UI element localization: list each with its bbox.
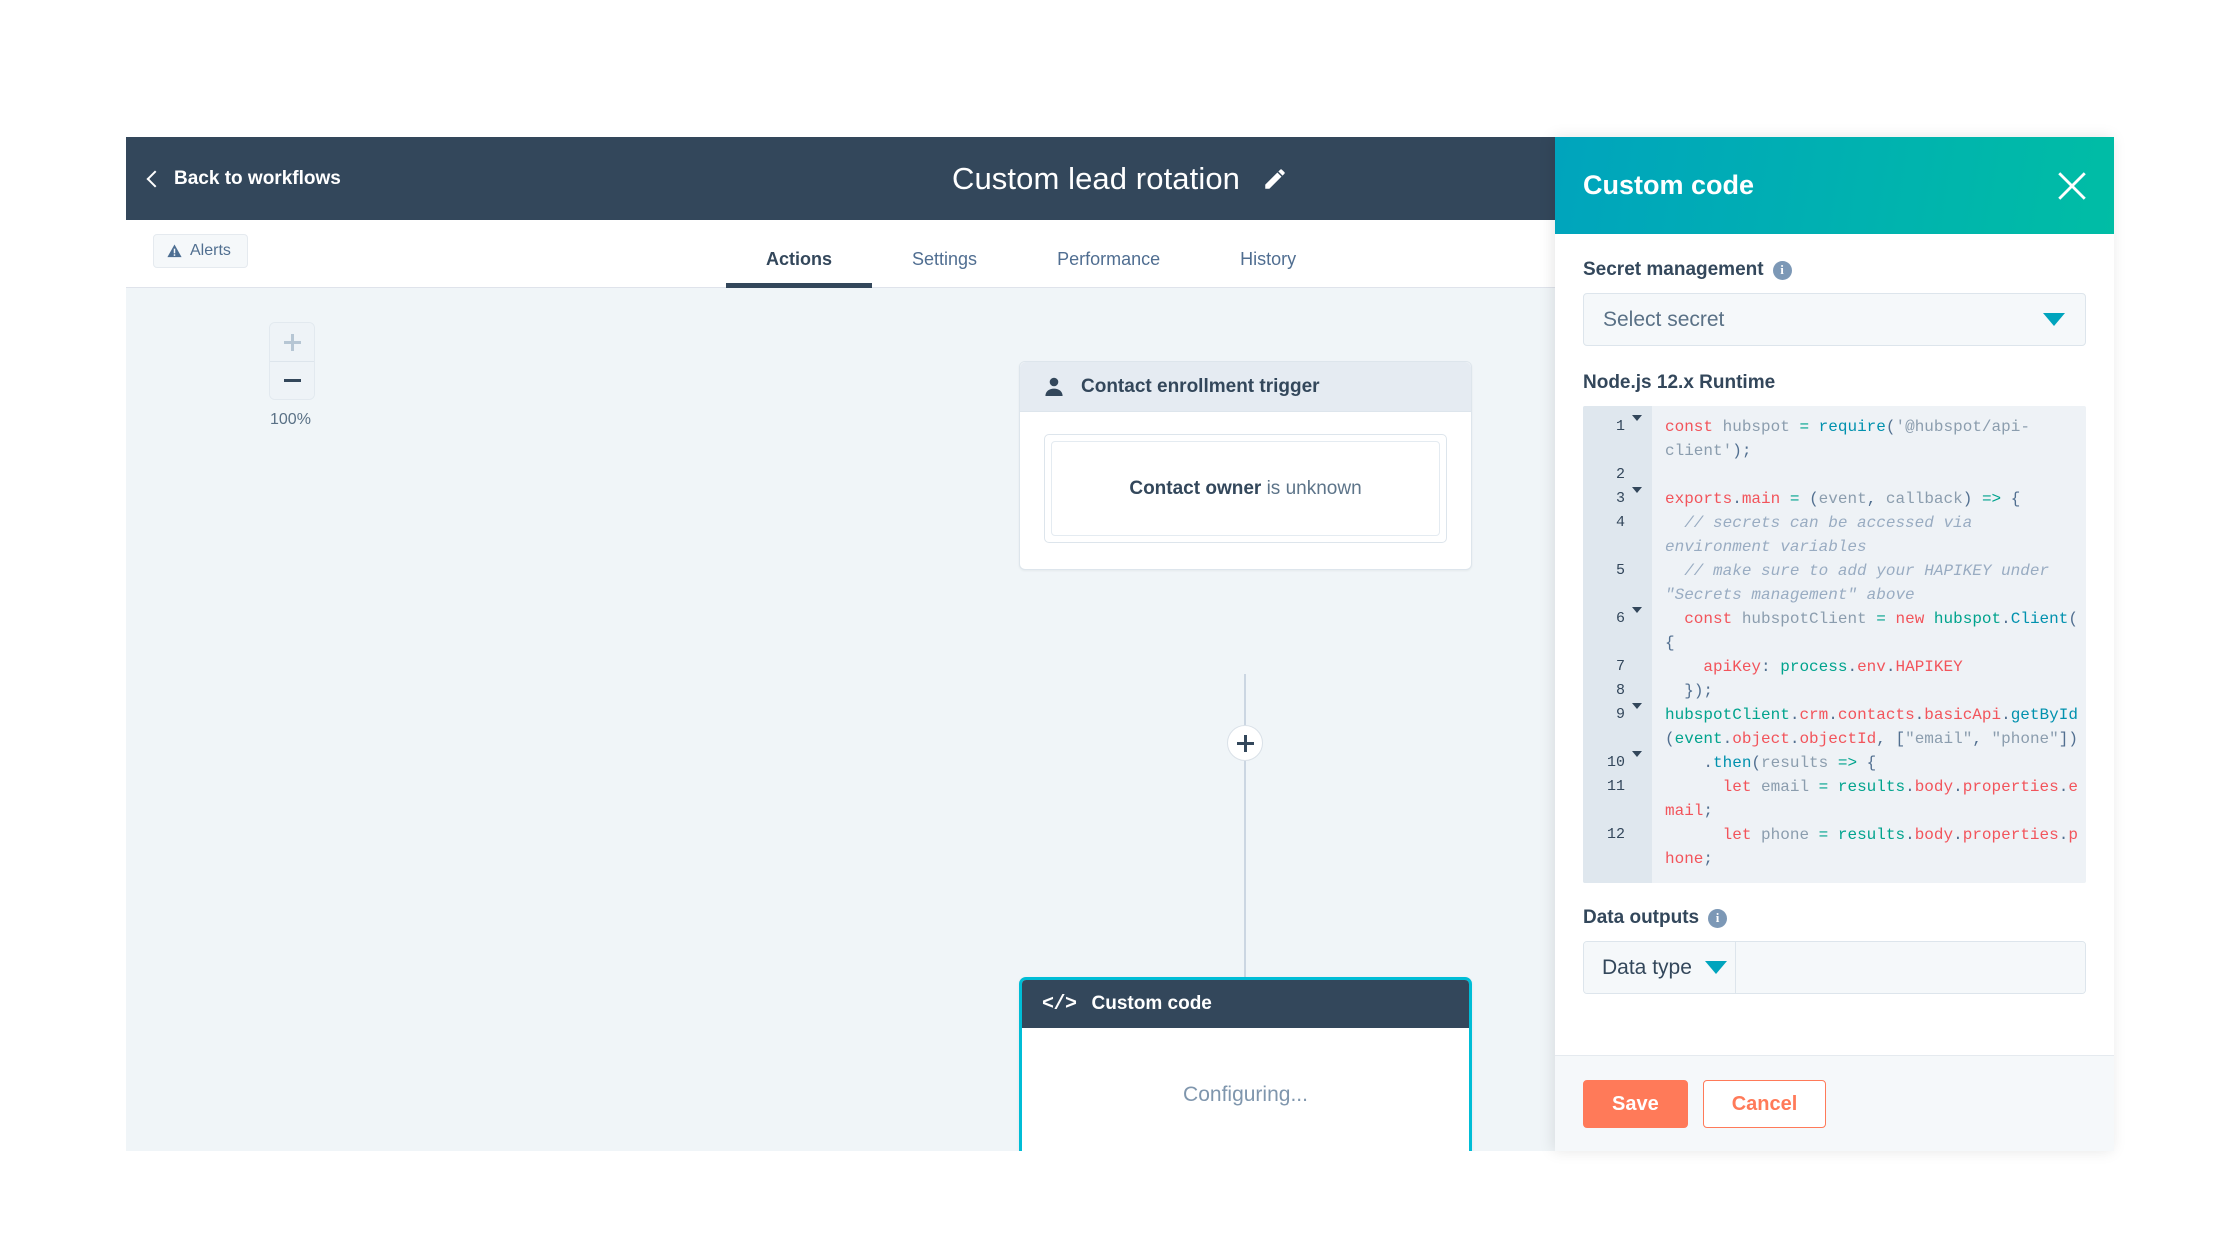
code-editor[interactable]: 1 2 3 4 5 6 7 8 9 10 11 12 const hubspot = require(… [1583,406,2086,883]
code-line: let phone = results.body.properties.phon… [1665,826,2078,868]
code-line-number: 4 [1615,514,1625,531]
panel-footer: Save Cancel [1555,1055,2114,1151]
code-fold-arrow-icon[interactable] [1632,415,1642,421]
back-to-workflows-button[interactable]: Back to workflows [146,167,341,190]
zoom-level-label: 100% [270,411,311,428]
code-line-number: 11 [1606,778,1625,795]
enrollment-criteria[interactable]: Contact owner is unknown [1051,441,1440,536]
add-action-button-1[interactable] [1227,725,1263,761]
zoom-out-button[interactable] [270,361,314,399]
code-line-number: 2 [1615,466,1625,483]
code-brackets-icon: </> [1042,992,1077,1016]
custom-code-node-title: Custom code [1091,993,1212,1014]
panel-header: Custom code [1555,137,2114,234]
criteria-operator: is unknown [1261,477,1362,499]
code-line-number: 10 [1583,751,1652,775]
code-line: .then(results => { [1703,754,1877,772]
code-line: }); [1684,682,1714,700]
tab-settings[interactable]: Settings [872,249,1017,288]
chevron-down-icon [2043,313,2065,326]
pencil-edit-icon[interactable] [1262,166,1288,192]
data-output-name-input[interactable] [1736,942,2085,993]
code-line-number: 7 [1615,658,1625,675]
code-fold-arrow-icon[interactable] [1632,703,1642,709]
data-outputs-label: Data outputs [1583,907,1700,928]
code-line: const hubspot = require('@hubspot/api-cl… [1665,418,2030,460]
workflow-editor-screen: Back to workflows Custom lead rotation A… [0,0,2240,1260]
secret-select-value: Select secret [1603,307,1725,331]
tab-actions[interactable]: Actions [726,249,873,288]
enrollment-criteria-outer: Contact owner is unknown [1044,434,1447,543]
minus-icon [283,379,301,382]
info-icon[interactable]: i [1772,260,1792,280]
code-line: hubspotClient.crm.contacts.basicApi.getB… [1665,706,2078,748]
trigger-node-body: Contact owner is unknown [1020,412,1471,569]
code-line: const hubspotClient = new hubspot.Client… [1665,610,2078,652]
alerts-label: Alerts [190,242,231,259]
custom-code-node-header: </> Custom code [1022,980,1469,1028]
secret-select[interactable]: Select secret [1583,293,2086,346]
custom-code-node[interactable]: </> Custom code Configuring... [1019,977,1472,1151]
panel-title: Custom code [1583,170,1755,200]
code-line-number: 3 [1583,487,1652,511]
code-line: apiKey: process.env.HAPIKEY [1703,658,1963,676]
code-line: // make sure to add your HAPIKEY under "… [1665,562,2059,604]
workflow-tabs: Actions Settings Performance History [726,220,1336,288]
secret-management-label-row: Secret management i [1583,259,2086,281]
close-icon[interactable] [2057,171,2087,201]
chevron-down-icon [1704,961,1727,974]
data-type-select[interactable]: Data type [1584,942,1736,993]
workflow-title: Custom lead rotation [951,160,1241,196]
code-fold-arrow-icon[interactable] [1632,487,1642,493]
code-line-number: 9 [1583,703,1652,751]
data-outputs-row: Data type [1583,941,2086,994]
code-line: exports.main = (event, callback) => { [1665,490,2021,508]
code-line: // secrets can be accessed via environme… [1665,514,1982,556]
custom-code-node-status: Configuring... [1022,1028,1469,1151]
connector-line-1 [1244,674,1246,725]
tab-history[interactable]: History [1200,249,1336,288]
custom-code-side-panel: Custom code Secret management i Select s… [1555,137,2114,1151]
criteria-property: Contact owner [1129,477,1262,499]
code-line-number: 6 [1583,607,1652,655]
code-line-number: 1 [1583,415,1652,463]
code-line-number: 12 [1606,826,1625,843]
code-line-number: 8 [1615,682,1625,699]
zoom-in-button[interactable] [270,323,314,361]
code-fold-arrow-icon[interactable] [1632,751,1642,757]
panel-body: Secret management i Select secret Node.j… [1555,234,2114,1055]
plus-icon [1236,734,1254,752]
contact-enrollment-trigger-node[interactable]: Contact enrollment trigger Contact owner… [1019,361,1472,570]
code-line: let email = results.body.properties.emai… [1665,778,2078,820]
code-editor-gutter: 1 2 3 4 5 6 7 8 9 10 11 12 [1583,406,1652,883]
code-line-number: 5 [1615,562,1625,579]
tab-performance[interactable]: Performance [1017,249,1200,288]
runtime-label: Node.js 12.x Runtime [1583,372,1776,393]
warning-triangle-icon [167,244,182,258]
cancel-button[interactable]: Cancel [1702,1079,1827,1128]
trigger-node-header: Contact enrollment trigger [1020,362,1471,412]
chevron-left-icon [146,170,164,187]
plus-icon [283,333,301,351]
trigger-node-title: Contact enrollment trigger [1081,375,1320,397]
secret-management-label: Secret management [1583,259,1764,280]
code-editor-content[interactable]: const hubspot = require('@hubspot/api-cl… [1652,406,2086,883]
zoom-controls [270,323,314,399]
code-fold-arrow-icon[interactable] [1632,607,1642,613]
data-outputs-label-row: Data outputs i [1583,907,2086,929]
back-to-workflows-label: Back to workflows [174,167,341,189]
data-type-label: Data type [1602,955,1692,979]
contact-person-icon [1045,377,1063,396]
connector-line-2 [1244,761,1246,977]
save-button[interactable]: Save [1583,1079,1688,1128]
info-icon[interactable]: i [1708,908,1728,928]
alerts-button[interactable]: Alerts [153,234,248,268]
